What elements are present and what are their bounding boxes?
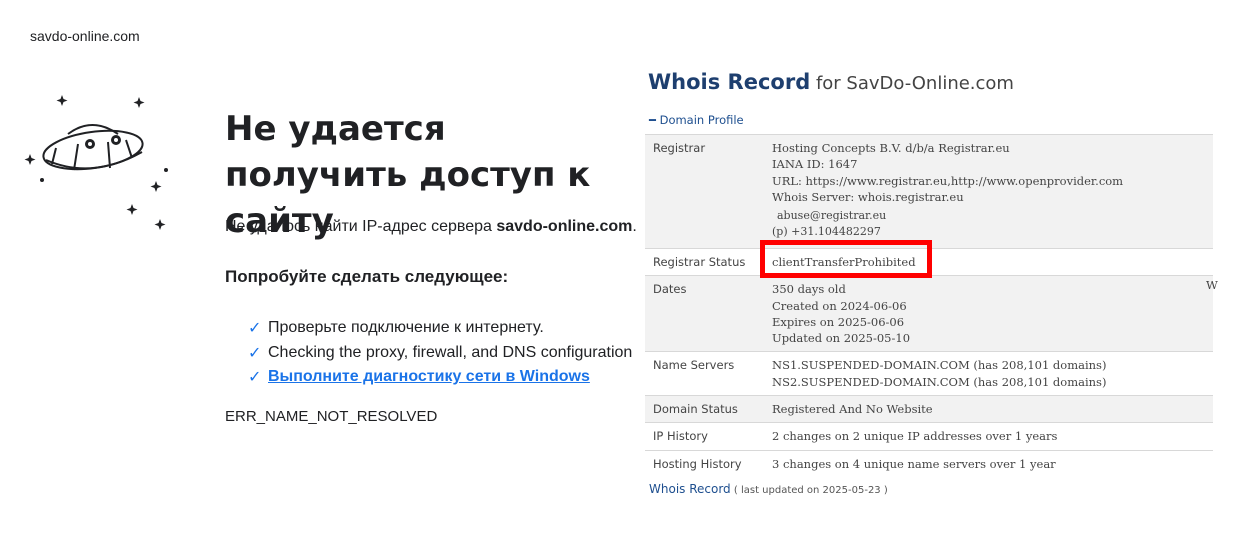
check-icon: ✓: [248, 342, 262, 362]
row-value: NS1.SUSPENDED-DOMAIN.COM (has 208,101 do…: [764, 351, 1213, 396]
row-label: Name Servers: [645, 351, 764, 396]
table-row: Hosting History 3 changes on 4 unique na…: [645, 449, 1213, 477]
error-description-suffix: .: [632, 218, 637, 235]
domain-profile-toggle[interactable]: ━ Domain Profile: [649, 113, 744, 127]
row-value: 2 changes on 2 unique IP addresses over …: [764, 422, 1213, 451]
domain-profile-label: Domain Profile: [659, 113, 744, 127]
suggestion-item: ✓ Проверьте подключение к интернету.: [248, 316, 632, 341]
value-line: Whois Server: whois.registrar.eu: [772, 189, 964, 204]
value-line: 350 days old: [772, 282, 846, 297]
error-description-prefix: Не удалось найти IP-адрес сервера: [225, 218, 497, 235]
value-line: Hosting Concepts B.V. d/b/a Registrar.eu: [772, 141, 1010, 155]
value-line: Updated on 2025-05-10: [772, 331, 911, 346]
suggestion-text: Checking the proxy, firewall, and DNS co…: [268, 343, 633, 361]
suggestion-text: Проверьте подключение к интернету.: [268, 319, 544, 336]
whois-record-link[interactable]: Whois Record: [649, 482, 731, 496]
suggestion-list: ✓ Проверьте подключение к интернету. ✓ C…: [248, 316, 632, 390]
abuse-phone: (p) +31.104482297: [772, 225, 881, 239]
whois-table: Registrar Hosting Concepts B.V. d/b/a Re…: [645, 134, 1213, 477]
whois-title: Whois Record for SavDo-Online.com: [648, 70, 1014, 94]
value-line: NS1.SUSPENDED-DOMAIN.COM (has 208,101 do…: [772, 358, 1107, 373]
abuse-email: abuse@registrar.eu: [777, 209, 887, 223]
suggestion-item: ✓ Выполните диагностику сети в Windows: [248, 365, 632, 390]
row-label: Domain Status: [645, 395, 764, 423]
value-line: IANA ID: 1647: [772, 157, 858, 172]
dino-ufo-icon: [24, 95, 168, 230]
table-row: IP History 2 changes on 2 unique IP addr…: [645, 422, 1213, 451]
tab-title: savdo-online.com: [30, 28, 140, 44]
row-label: Hosting History: [645, 449, 764, 477]
value-line: URL: https://www.registrar.eu,http://www…: [772, 173, 1124, 188]
whois-title-main: Whois Record: [648, 70, 811, 94]
last-updated: ( last updated on 2025-05-23 ): [730, 485, 888, 496]
row-value: 350 days old Created on 2024-06-06 Expir…: [764, 275, 1213, 352]
value-line: NS2.SUSPENDED-DOMAIN.COM (has 208,101 do…: [772, 374, 1107, 389]
table-row: Name Servers NS1.SUSPENDED-DOMAIN.COM (h…: [645, 351, 1213, 396]
row-label: IP History: [645, 422, 764, 451]
table-row: Registrar Hosting Concepts B.V. d/b/a Re…: [645, 134, 1213, 249]
row-label: Registrar: [645, 134, 764, 249]
row-value: 3 changes on 4 unique name servers over …: [764, 449, 1213, 477]
row-label: Dates: [645, 275, 764, 352]
value-line: Expires on 2025-06-06: [772, 314, 905, 329]
error-description: Не удалось найти IP-адрес сервера savdo-…: [225, 218, 637, 236]
row-label: Registrar Status: [645, 247, 764, 276]
table-row: Dates 350 days old Created on 2024-06-06…: [645, 275, 1213, 352]
whois-footer: Whois Record ( last updated on 2025-05-2…: [649, 482, 888, 496]
collapse-icon: ━: [649, 113, 656, 127]
error-description-domain: savdo-online.com: [496, 218, 633, 235]
clipped-text: W: [1206, 278, 1218, 292]
suggestion-item: ✓ Checking the proxy, firewall, and DNS …: [248, 341, 632, 366]
row-value: Hosting Concepts B.V. d/b/a Registrar.eu…: [764, 134, 1213, 249]
table-row: Domain Status Registered And No Website: [645, 395, 1213, 423]
check-icon: ✓: [248, 367, 262, 386]
error-code: ERR_NAME_NOT_RESOLVED: [225, 408, 438, 425]
network-diagnostics-link[interactable]: Выполните диагностику сети в Windows: [268, 365, 590, 390]
value-line: Created on 2024-06-06: [772, 298, 907, 313]
row-value: Registered And No Website: [764, 395, 1213, 423]
highlight-box: [760, 240, 932, 278]
try-heading: Попробуйте сделать следующее:: [225, 267, 509, 286]
whois-title-domain: for SavDo-Online.com: [810, 73, 1014, 94]
check-icon: ✓: [248, 318, 262, 337]
